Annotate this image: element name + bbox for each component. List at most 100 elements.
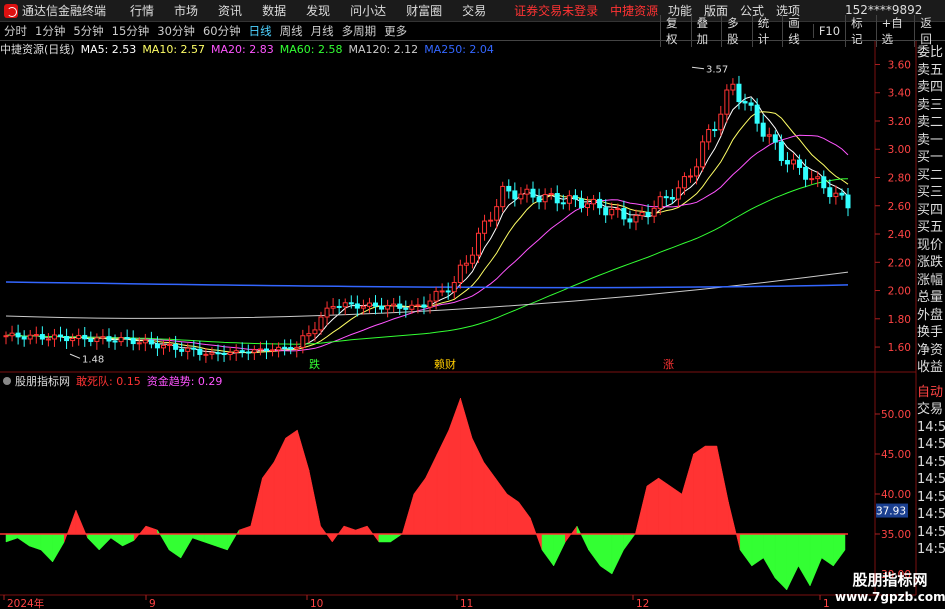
indicator-area-segment bbox=[297, 429, 310, 535]
indicator-area-segment bbox=[460, 397, 473, 535]
ma-line-60 bbox=[5, 178, 849, 345]
sidebar-item-13[interactable]: 涨幅 bbox=[917, 272, 945, 290]
indicator-toggle-icon[interactable] bbox=[3, 377, 11, 385]
indicator-area-segment bbox=[704, 445, 718, 535]
sidebar-item-16[interactable]: 换手 bbox=[917, 324, 945, 342]
sidebar-item-5[interactable]: 卖一 bbox=[917, 132, 945, 150]
indicator-area-segment bbox=[413, 477, 426, 535]
candle-body bbox=[718, 113, 724, 131]
sidebar-item-12[interactable]: 涨跌 bbox=[917, 254, 945, 272]
candle-body bbox=[94, 337, 100, 342]
candle-body bbox=[306, 333, 312, 337]
sidebar-item-10[interactable]: 买五 bbox=[917, 219, 945, 237]
indicator-area-segment bbox=[634, 485, 648, 535]
sidebar-bottom-1[interactable]: 交易 bbox=[917, 401, 945, 419]
candle-body bbox=[712, 129, 718, 132]
sidebar-item-17[interactable]: 净资 bbox=[917, 342, 945, 360]
candle-body bbox=[578, 198, 584, 209]
indicator-area-segment bbox=[285, 429, 298, 535]
candle-body bbox=[227, 352, 233, 356]
candle-body bbox=[536, 196, 542, 203]
sidebar-item-18[interactable]: 收益 bbox=[917, 359, 945, 377]
indicator-area-segment bbox=[52, 533, 65, 563]
candle-body bbox=[457, 264, 463, 284]
sidebar-item-7[interactable]: 买二 bbox=[917, 167, 945, 185]
candle-body bbox=[203, 353, 209, 356]
candle-body bbox=[821, 176, 827, 189]
candle-body bbox=[688, 175, 694, 178]
price-tick-label: 1.80 bbox=[888, 314, 911, 326]
candle-body bbox=[130, 337, 136, 345]
sidebar-item-2[interactable]: 卖四 bbox=[917, 79, 945, 97]
sidebar-item-0[interactable]: 委比 bbox=[917, 44, 945, 62]
indicator-area-segment bbox=[203, 533, 216, 547]
indicator-area-segment bbox=[262, 461, 275, 535]
sidebar-bottom-5: 14:56 bbox=[917, 472, 945, 487]
candle-body bbox=[518, 193, 524, 200]
candle-body bbox=[348, 302, 354, 305]
candle-body bbox=[403, 307, 409, 310]
candle-body bbox=[58, 334, 64, 338]
sidebar-item-15[interactable]: 外盘 bbox=[917, 307, 945, 325]
indicator-area-segment bbox=[728, 501, 741, 551]
candle-body bbox=[251, 349, 257, 353]
indicator-area-segment bbox=[600, 533, 613, 575]
indicator-area-segment bbox=[739, 533, 753, 567]
indicator-area-segment bbox=[821, 533, 834, 567]
indicator-tick-label: 40.00 bbox=[881, 489, 911, 501]
candle-body bbox=[469, 254, 475, 264]
indicator-area-segment bbox=[646, 477, 659, 535]
sidebar-item-3[interactable]: 卖三 bbox=[917, 97, 945, 115]
candle-body bbox=[336, 305, 342, 308]
signal-label: 赖财 bbox=[434, 357, 456, 371]
candle-body bbox=[790, 159, 796, 165]
candle-body bbox=[597, 198, 603, 209]
quote-sidebar: 委比 卖五 卖四 卖三 卖二 卖一 买一 买二 买三 买四 买五 现价 涨跌 涨幅 总量 外盘 换手 净资 收益自动… bbox=[917, 44, 945, 559]
candle-body bbox=[451, 282, 457, 293]
candle-body bbox=[657, 196, 663, 209]
date-axis-label: 2024年 bbox=[7, 597, 44, 609]
indicator-area-segment bbox=[227, 529, 240, 551]
indicator-line1-value: 敢死队: 0.15 bbox=[76, 375, 141, 388]
price-tick-label: 2.40 bbox=[888, 229, 911, 241]
indicator-name[interactable]: 股朋指标网 bbox=[15, 373, 70, 389]
candle-body bbox=[639, 211, 645, 217]
candle-body bbox=[21, 336, 27, 340]
indicator-area-segment bbox=[588, 533, 601, 567]
candle-body bbox=[663, 196, 669, 199]
candle-body bbox=[427, 300, 433, 308]
candle-body bbox=[88, 338, 94, 342]
candle-body bbox=[100, 336, 106, 339]
indicator-area-segment bbox=[425, 453, 438, 535]
indicator-area-segment bbox=[774, 533, 787, 591]
sidebar-item-9[interactable]: 买四 bbox=[917, 202, 945, 220]
sidebar-item-14[interactable]: 总量 bbox=[917, 289, 945, 307]
candle-body bbox=[809, 178, 815, 181]
indicator-area-segment bbox=[273, 437, 286, 535]
indicator-area-segment bbox=[238, 525, 251, 535]
sidebar-bottom-2: 14:56 bbox=[917, 419, 945, 435]
sidebar-item-6[interactable]: 买一 bbox=[917, 149, 945, 167]
sidebar-item-8[interactable]: 买三 bbox=[917, 184, 945, 202]
candle-body bbox=[833, 192, 839, 198]
sidebar-item-11[interactable]: 现价 bbox=[917, 237, 945, 255]
sidebar-bottom-7: 14:56 bbox=[917, 507, 945, 522]
indicator-area-segment bbox=[623, 533, 636, 551]
candle-body bbox=[633, 215, 639, 223]
candle-body bbox=[324, 307, 330, 318]
candle-body bbox=[839, 192, 845, 196]
sidebar-item-1[interactable]: 卖五 bbox=[917, 62, 945, 80]
kline-chart[interactable]: 3.57 1.48 跌 赖财 涨 3.60 3.40 3.20 3.00 2.80 2.60 2.4… bbox=[0, 0, 945, 609]
candle-body bbox=[445, 290, 451, 293]
indicator-area-segment bbox=[669, 485, 683, 535]
price-tick-label: 2.00 bbox=[888, 286, 911, 298]
sidebar-bottom-0[interactable]: 自动 bbox=[917, 384, 945, 402]
candle-body bbox=[239, 350, 245, 353]
candle-body bbox=[585, 203, 591, 209]
candle-body bbox=[784, 159, 790, 165]
sidebar-bottom-6: 14:56 bbox=[917, 489, 945, 505]
candle-body bbox=[694, 166, 700, 177]
sidebar-item-4[interactable]: 卖二 bbox=[917, 114, 945, 132]
candle-body bbox=[51, 334, 57, 340]
candle-body bbox=[288, 347, 294, 350]
